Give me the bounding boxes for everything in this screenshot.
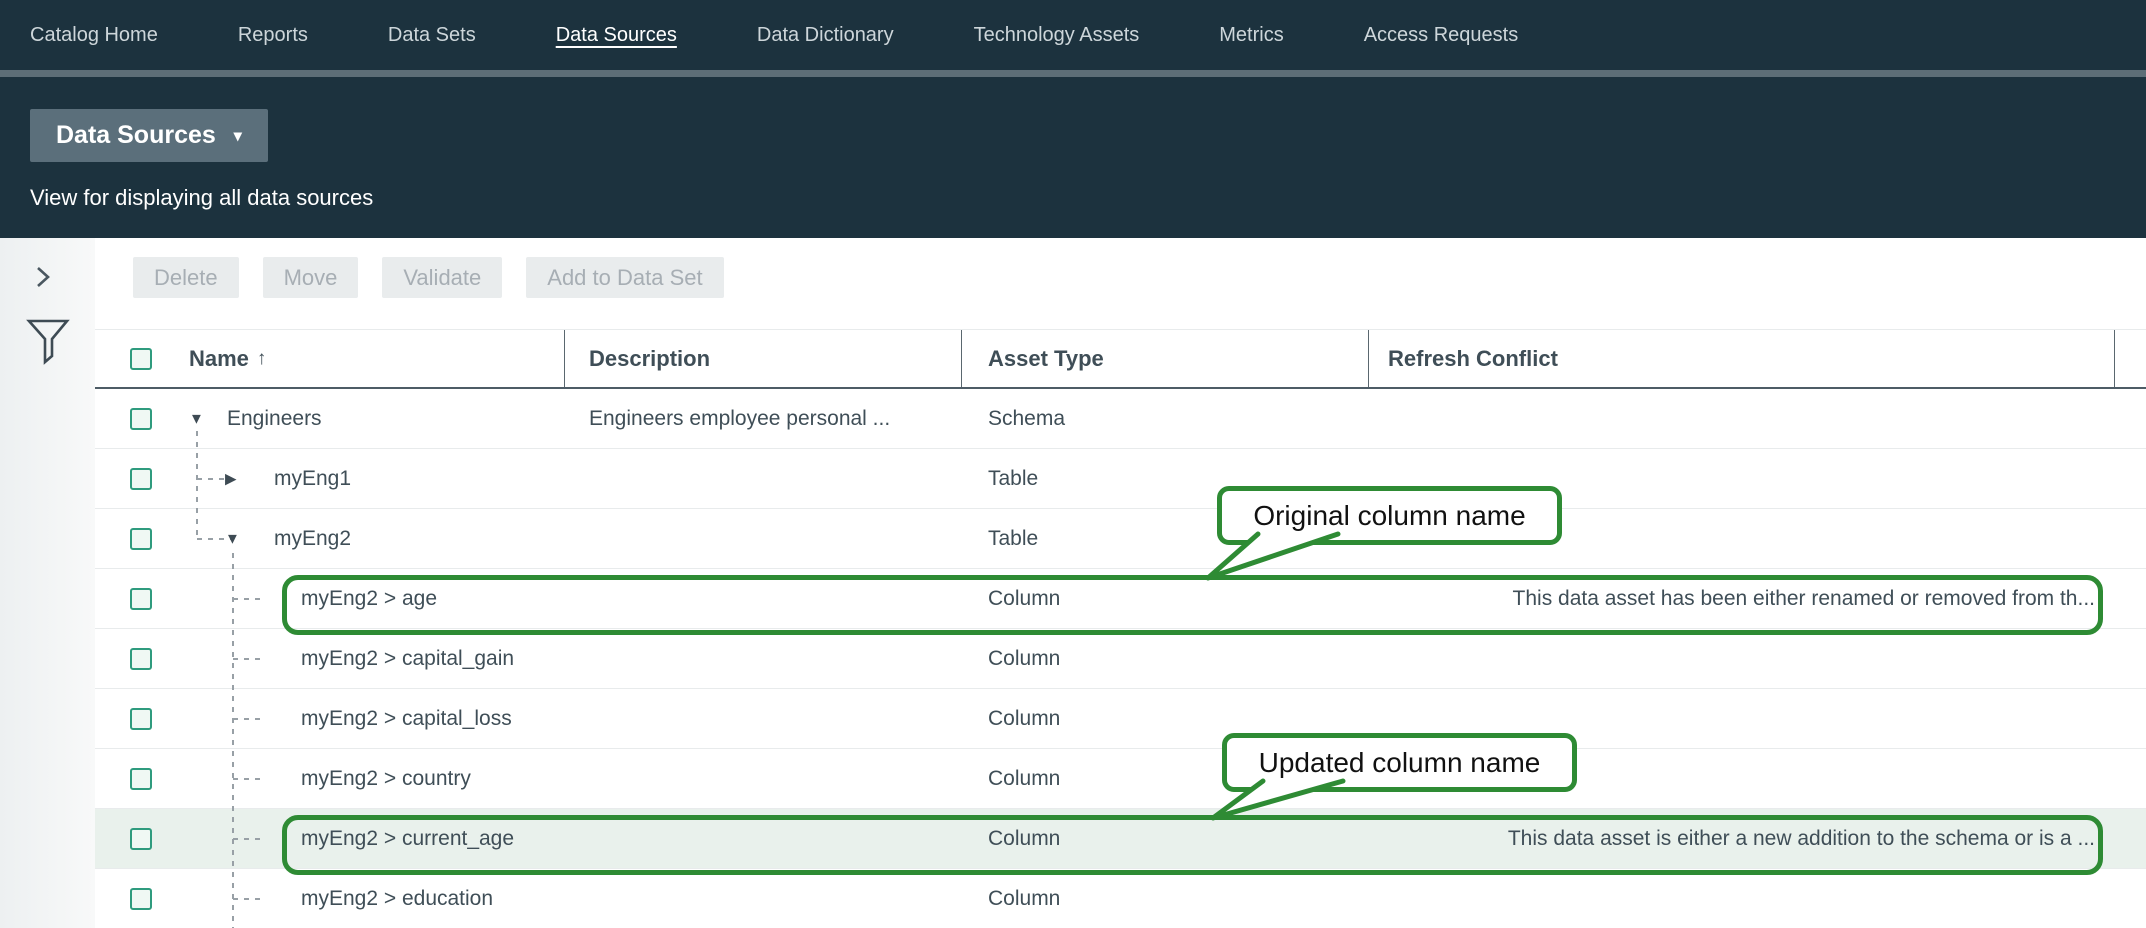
top-navigation: Catalog Home Reports Data Sets Data Sources… <box>0 0 2146 77</box>
table-row: myEng2 > age ColumnThis data asset has be… <box>95 569 2146 629</box>
asset-type: Column <box>962 869 1369 928</box>
table-row: myEng2 > capital_loss Column <box>95 689 2146 749</box>
collapse-caret-icon[interactable]: ▼ <box>225 531 240 546</box>
refresh-conflict-message <box>1369 689 2115 748</box>
asset-name[interactable]: myEng2 > capital_gain <box>165 647 514 671</box>
nav-item-reports[interactable]: Reports <box>238 0 308 70</box>
refresh-conflict-message <box>1369 509 2115 568</box>
asset-name[interactable]: myEng2 > age <box>165 587 437 611</box>
asset-description <box>565 569 962 628</box>
collapse-caret-icon[interactable]: ▼ <box>189 411 204 426</box>
nav-item-data-sets[interactable]: Data Sets <box>388 0 476 70</box>
asset-description <box>565 749 962 808</box>
left-panel <box>0 238 95 928</box>
asset-type: Table <box>962 509 1369 568</box>
row-checkbox[interactable] <box>130 708 152 730</box>
row-checkbox[interactable] <box>130 468 152 490</box>
refresh-conflict-message <box>1369 749 2115 808</box>
table-row: ▶myEng1 Table <box>95 449 2146 509</box>
nav-item-access-requests[interactable]: Access Requests <box>1364 0 1519 70</box>
asset-type: Column <box>962 809 1369 868</box>
asset-name[interactable]: myEng2 > country <box>165 767 471 791</box>
refresh-conflict-message: This data asset is either a new addition… <box>1369 809 2115 868</box>
chevron-down-icon: ▾ <box>234 126 242 146</box>
page-header: Data Sources ▾ View for displaying all d… <box>0 77 2146 238</box>
nav-item-catalog-home[interactable]: Catalog Home <box>30 0 158 70</box>
row-checkbox[interactable] <box>130 408 152 430</box>
asset-description <box>565 809 962 868</box>
asset-type: Column <box>962 629 1369 688</box>
sort-ascending-icon: ↑ <box>257 348 267 370</box>
table-body: ▼EngineersEngineers employee personal ..… <box>95 389 2146 928</box>
nav-item-data-sources[interactable]: Data Sources <box>556 0 677 70</box>
view-selector-button[interactable]: Data Sources ▾ <box>30 109 268 162</box>
row-checkbox[interactable] <box>130 588 152 610</box>
select-all-checkbox[interactable] <box>130 348 152 370</box>
filter-icon[interactable] <box>26 318 70 371</box>
row-checkbox[interactable] <box>130 888 152 910</box>
column-header-name[interactable]: Name ↑ <box>165 330 565 387</box>
table-row: myEng2 > capital_gain Column <box>95 629 2146 689</box>
row-checkbox[interactable] <box>130 828 152 850</box>
row-checkbox[interactable] <box>130 528 152 550</box>
asset-description <box>565 689 962 748</box>
asset-name[interactable]: myEng2 > current_age <box>165 827 514 851</box>
expand-caret-icon[interactable]: ▶ <box>225 471 237 486</box>
nav-item-data-dictionary[interactable]: Data Dictionary <box>757 0 894 70</box>
refresh-conflict-message <box>1369 869 2115 928</box>
delete-button[interactable]: Delete <box>133 257 239 298</box>
column-header-refresh-conflict[interactable]: Refresh Conflict <box>1369 330 2115 387</box>
table-row: ▼EngineersEngineers employee personal ..… <box>95 389 2146 449</box>
table-row: myEng2 > country Column <box>95 749 2146 809</box>
view-selector-label: Data Sources <box>56 121 216 150</box>
column-header-asset-type[interactable]: Asset Type <box>962 330 1369 387</box>
refresh-conflict-message: This data asset has been either renamed … <box>1369 569 2115 628</box>
asset-name[interactable]: myEng2 > capital_loss <box>165 707 512 731</box>
row-checkbox[interactable] <box>130 648 152 670</box>
asset-description <box>565 629 962 688</box>
refresh-conflict-message <box>1369 629 2115 688</box>
bulk-actions-toolbar: Delete Move Validate Add to Data Set <box>95 238 2146 329</box>
asset-name[interactable]: myEng1 <box>165 467 351 491</box>
asset-name[interactable]: myEng2 <box>165 527 351 551</box>
data-sources-panel: Delete Move Validate Add to Data Set Name ↑… <box>95 238 2146 928</box>
nav-items: Catalog Home Reports Data Sets Data Sources… <box>0 0 2146 70</box>
asset-type: Column <box>962 689 1369 748</box>
asset-description <box>565 869 962 928</box>
asset-name[interactable]: myEng2 > education <box>165 887 493 911</box>
add-to-data-set-button[interactable]: Add to Data Set <box>526 257 723 298</box>
asset-description: Engineers employee personal ... <box>565 389 962 448</box>
nav-item-technology-assets[interactable]: Technology Assets <box>974 0 1140 70</box>
asset-description <box>565 449 962 508</box>
nav-item-metrics[interactable]: Metrics <box>1219 0 1283 70</box>
table-row: ▼myEng2 Table <box>95 509 2146 569</box>
asset-type: Column <box>962 569 1369 628</box>
table-row: myEng2 > current_age ColumnThis data asse… <box>95 809 2146 869</box>
refresh-conflict-message <box>1369 449 2115 508</box>
refresh-conflict-message <box>1369 389 2115 448</box>
nav-divider <box>0 70 2146 77</box>
asset-description <box>565 509 962 568</box>
move-button[interactable]: Move <box>263 257 359 298</box>
row-checkbox[interactable] <box>130 768 152 790</box>
asset-type: Table <box>962 449 1369 508</box>
table-row: myEng2 > education Column <box>95 869 2146 928</box>
expand-panel-icon[interactable] <box>33 262 53 297</box>
view-description: View for displaying all data sources <box>30 185 2146 211</box>
asset-type: Schema <box>962 389 1369 448</box>
table-header-row: Name ↑ Description Asset Type Refresh Co… <box>95 329 2146 389</box>
asset-type: Column <box>962 749 1369 808</box>
column-header-description[interactable]: Description <box>565 330 962 387</box>
validate-button[interactable]: Validate <box>382 257 502 298</box>
